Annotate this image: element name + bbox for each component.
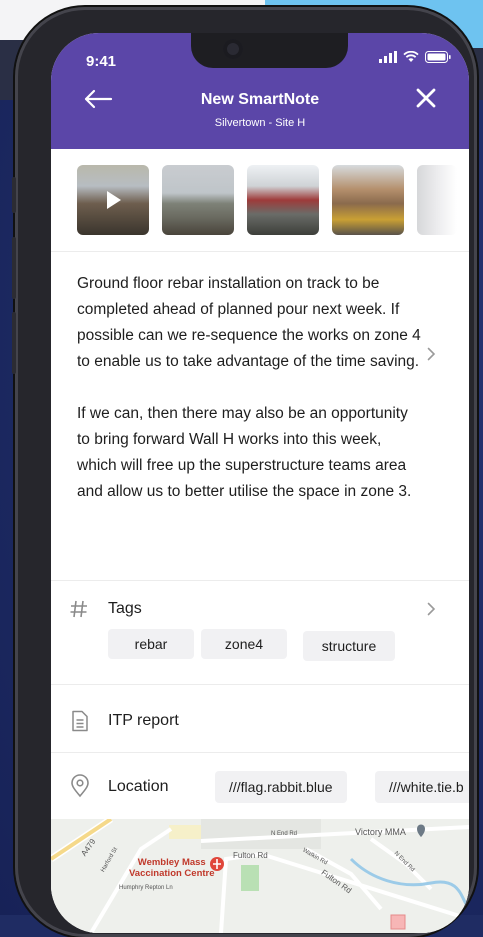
note-paragraph: If we can, then there may also be an opp… — [77, 405, 412, 500]
chevron-right-icon[interactable] — [427, 347, 436, 361]
location-chip[interactable]: ///white.tie.b — [375, 771, 469, 803]
hash-icon — [70, 600, 87, 618]
phone-volume-down — [12, 312, 16, 374]
media-thumbnail[interactable] — [247, 165, 319, 235]
media-thumbnail[interactable] — [162, 165, 234, 235]
location-chip[interactable]: ///flag.rabbit.blue — [215, 771, 347, 803]
divider — [51, 251, 469, 252]
phone-mute-switch — [12, 177, 16, 213]
map-roads — [51, 819, 469, 933]
page-title: New SmartNote — [200, 91, 320, 108]
close-icon[interactable] — [415, 87, 437, 109]
tags-label: Tags — [108, 600, 142, 617]
camera-icon — [223, 39, 243, 59]
divider — [51, 752, 469, 753]
phone-volume-up — [12, 237, 16, 299]
itp-report-label[interactable]: ITP report — [108, 712, 179, 730]
document-icon — [72, 710, 88, 732]
media-strip — [77, 165, 457, 235]
map-label: Victory MMA — [355, 827, 406, 837]
location-map[interactable]: Victory MMA Wembley Mass Vaccination Cen… — [51, 819, 469, 933]
battery-icon — [425, 51, 451, 63]
wifi-icon — [403, 51, 419, 62]
media-thumbnail[interactable] — [332, 165, 404, 235]
divider — [51, 580, 469, 581]
play-icon — [107, 191, 121, 209]
signal-icon — [379, 51, 397, 63]
location-label: Location — [108, 778, 169, 795]
location-pin-icon — [71, 774, 89, 798]
divider — [51, 684, 469, 685]
media-thumbnail-video[interactable] — [77, 165, 149, 235]
status-icons — [379, 51, 451, 63]
phone-screen: 9:41 New SmartNote Silvertown - Site H G… — [51, 33, 469, 933]
chevron-right-icon[interactable] — [427, 602, 436, 616]
map-label: Humphry Repton Ln — [119, 885, 173, 891]
phone-notch — [191, 33, 348, 68]
tag-chip[interactable]: structure — [303, 631, 395, 661]
map-label: Wembley Mass Vaccination Centre — [129, 857, 215, 879]
map-label: N End Rd — [271, 831, 298, 837]
phone-frame: 9:41 New SmartNote Silvertown - Site H G… — [12, 7, 477, 937]
note-paragraph: Ground floor rebar installation on track… — [77, 275, 421, 370]
tag-chip[interactable]: zone4 — [201, 629, 287, 659]
note-text[interactable]: Ground floor rebar installation on track… — [77, 271, 422, 531]
map-label: Fulton Rd — [233, 851, 268, 860]
status-time: 9:41 — [86, 53, 117, 70]
media-thumbnail[interactable] — [417, 165, 457, 235]
tag-chip[interactable]: rebar — [108, 629, 194, 659]
page-subtitle: Silvertown - Site H — [214, 117, 306, 129]
